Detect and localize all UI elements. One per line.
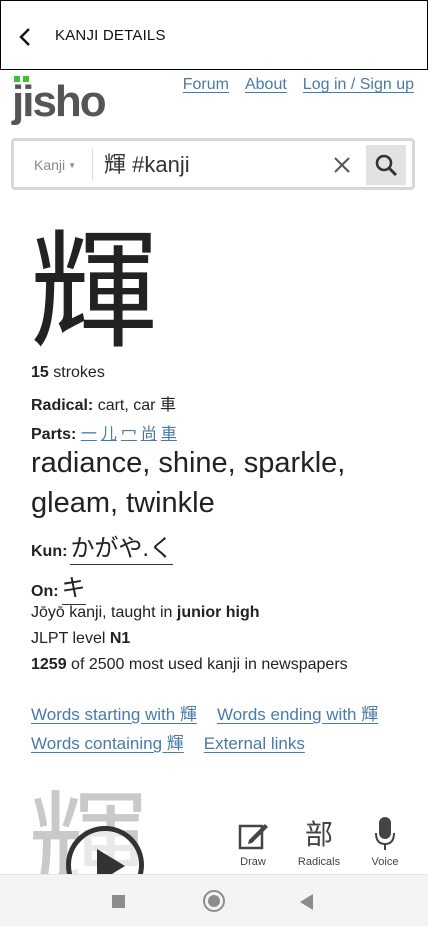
radical-row: Radical: cart, car 車 bbox=[31, 391, 176, 415]
system-back-icon[interactable] bbox=[300, 894, 313, 910]
top-nav: Forum About Log in / Sign up bbox=[183, 76, 414, 94]
draw-label: Draw bbox=[240, 856, 266, 868]
search-button[interactable] bbox=[366, 145, 406, 185]
stroke-count-label: strokes bbox=[53, 364, 105, 381]
words-ending-link[interactable]: Words ending with 輝 bbox=[217, 705, 378, 724]
back-arrow-icon[interactable] bbox=[13, 25, 37, 49]
app-bar-title: KANJI DETAILS bbox=[55, 27, 166, 44]
voice-button[interactable]: Voice bbox=[358, 814, 412, 868]
words-containing-link[interactable]: Words containing 輝 bbox=[31, 734, 184, 753]
jlpt-level: N1 bbox=[109, 630, 131, 647]
joyo-grade: junior high bbox=[176, 604, 260, 621]
kanji-meaning: radiance, shine, sparkle, gleam, twinkle bbox=[31, 447, 346, 519]
radicals-button[interactable]: 部 Radicals bbox=[292, 814, 346, 868]
part-link[interactable]: 尚 bbox=[141, 426, 157, 443]
frequency-suffix: of 2500 most used kanji in newspapers bbox=[71, 656, 348, 673]
on-reading-link[interactable]: キ bbox=[61, 575, 86, 605]
input-tools: Draw 部 Radicals Voice bbox=[226, 814, 412, 868]
kun-reading-row: Kun: かがや.く bbox=[31, 528, 174, 565]
stroke-order-animation: 輝 bbox=[28, 790, 158, 880]
radical-label: Radical: bbox=[31, 397, 94, 414]
logo-text: jisho bbox=[12, 77, 107, 126]
search-bar: Kanji ▼ 輝 #kanji bbox=[11, 138, 415, 190]
joyo-prefix: Jōyō kanji, taught in bbox=[31, 604, 173, 621]
on-label: On: bbox=[31, 583, 59, 600]
parts-row: Parts: 一儿冖尚車 bbox=[31, 420, 181, 444]
parts-label: Parts: bbox=[31, 426, 77, 443]
nav-login-link[interactable]: Log in / Sign up bbox=[303, 76, 414, 94]
jlpt-info: JLPT level N1 bbox=[31, 630, 130, 648]
nav-forum-link[interactable]: Forum bbox=[183, 76, 229, 94]
kun-reading-link[interactable]: かがや.く bbox=[70, 535, 174, 565]
jisho-logo[interactable]: jisho bbox=[12, 76, 112, 126]
search-input[interactable]: 輝 #kanji bbox=[104, 151, 190, 179]
word-links-row-1: Words starting with 輝 Words ending with 輝 bbox=[31, 700, 398, 725]
word-links-row-2: Words containing 輝 External links bbox=[31, 729, 325, 754]
external-links-link[interactable]: External links bbox=[204, 734, 305, 753]
part-link[interactable]: 冖 bbox=[121, 426, 137, 443]
caret-down-icon: ▼ bbox=[68, 161, 77, 170]
recents-icon[interactable] bbox=[112, 895, 125, 908]
stroke-count: 15 strokes bbox=[31, 364, 105, 382]
joyo-info: Jōyō kanji, taught in junior high bbox=[31, 604, 260, 622]
words-starting-link[interactable]: Words starting with 輝 bbox=[31, 705, 197, 724]
search-type-select[interactable]: Kanji ▼ bbox=[34, 157, 76, 173]
microphone-icon bbox=[374, 814, 396, 852]
radicals-icon: 部 bbox=[304, 818, 333, 851]
system-nav-bar bbox=[0, 874, 428, 926]
jlpt-prefix: JLPT level bbox=[31, 630, 106, 647]
draw-icon bbox=[237, 814, 269, 852]
search-type-label: Kanji bbox=[34, 157, 66, 173]
part-link[interactable]: 車 bbox=[161, 426, 177, 443]
kanji-character: 輝 bbox=[30, 218, 159, 367]
part-link[interactable]: 儿 bbox=[101, 426, 117, 443]
part-link[interactable]: 一 bbox=[81, 426, 97, 443]
voice-label: Voice bbox=[371, 856, 399, 868]
stroke-count-value: 15 bbox=[31, 364, 49, 381]
frequency-info: 1259 of 2500 most used kanji in newspape… bbox=[31, 656, 348, 674]
clear-icon[interactable] bbox=[330, 153, 354, 177]
draw-button[interactable]: Draw bbox=[226, 814, 280, 868]
frequency-rank: 1259 bbox=[31, 656, 67, 673]
nav-about-link[interactable]: About bbox=[245, 76, 287, 94]
search-divider bbox=[92, 149, 93, 181]
radical-value: cart, car 車 bbox=[97, 397, 176, 414]
kun-label: Kun: bbox=[31, 543, 68, 560]
home-icon[interactable] bbox=[203, 890, 225, 912]
search-icon bbox=[375, 154, 398, 177]
radicals-label: Radicals bbox=[297, 856, 341, 868]
app-bar: KANJI DETAILS bbox=[0, 0, 428, 70]
on-reading-row: On: キ bbox=[31, 568, 86, 605]
